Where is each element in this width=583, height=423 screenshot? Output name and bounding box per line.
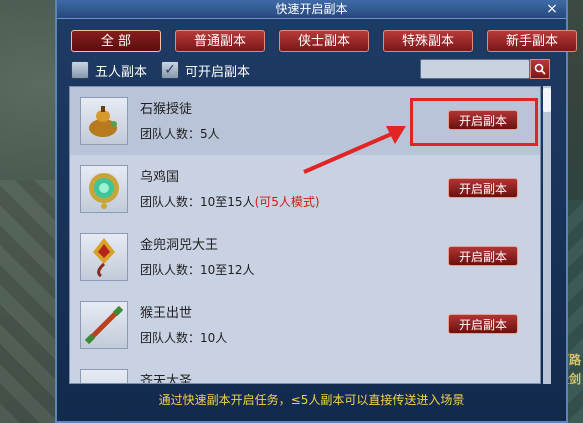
category-tabs: 全 部 普通副本 侠士副本 特殊副本 新手副本 <box>71 30 577 52</box>
tutorial-arrow-icon <box>303 126 406 174</box>
open-dungeon-button[interactable]: 开启副本 <box>448 246 518 266</box>
team-size: 团队人数：10至12人 <box>140 261 255 278</box>
search-button[interactable] <box>530 59 550 79</box>
team-size-label: 团队人数： <box>140 331 201 345</box>
dungeon-name: 金兜洞兕大王 <box>140 238 219 253</box>
tutorial-highlight-box <box>410 98 538 146</box>
filter-row: 五人副本 ✓ 可开启副本 <box>71 60 264 80</box>
item-icon <box>80 369 128 383</box>
dialog-title: 快速开启副本 <box>57 0 566 19</box>
footer-hint: 通过快速副本开启任务，≤5人副本可以直接传送进入场景 <box>158 393 465 407</box>
list-scrollbar[interactable] <box>543 86 551 384</box>
tab-normal[interactable]: 普通副本 <box>175 30 265 52</box>
can-open-label: 可开启副本 <box>185 64 251 80</box>
staff-icon <box>80 301 128 349</box>
quick-dungeon-dialog: 快速开启副本 × 全 部 普通副本 侠士副本 特殊副本 新手副本 五人副本 ✓ … <box>55 0 577 423</box>
search-icon <box>534 63 546 75</box>
tab-newbie[interactable]: 新手副本 <box>487 30 577 52</box>
team-size-label: 团队人数： <box>140 127 201 141</box>
search-input[interactable] <box>420 59 530 79</box>
team-size-value: 10人 <box>200 331 228 345</box>
open-dungeon-button[interactable]: 开启副本 <box>448 314 518 334</box>
open-dungeon-button[interactable]: 开启副本 <box>448 178 518 198</box>
five-person-label: 五人副本 <box>95 64 148 80</box>
dungeon-name: 齐天大圣 <box>140 374 193 384</box>
can-open-filter[interactable]: ✓ 可开启副本 <box>161 61 250 80</box>
gourd-icon <box>80 97 128 145</box>
team-size: 团队人数：10人 <box>140 329 227 346</box>
team-size-value: 10至15人 <box>200 195 255 209</box>
dungeon-name: 乌鸡国 <box>140 170 180 185</box>
tab-all[interactable]: 全 部 <box>71 30 161 52</box>
golden-ornament-icon <box>80 233 128 281</box>
dungeon-name: 猴王出世 <box>140 306 193 321</box>
dungeon-row[interactable]: 齐天大圣 <box>70 359 540 384</box>
five-person-checkbox[interactable] <box>71 61 89 79</box>
team-size-label: 团队人数： <box>140 195 201 209</box>
jade-amulet-icon <box>80 165 128 213</box>
dungeon-row[interactable]: 猴王出世 团队人数：10人 开启副本 <box>70 291 540 359</box>
tab-special[interactable]: 特殊副本 <box>383 30 473 52</box>
scrollbar-thumb[interactable] <box>543 88 551 112</box>
team-size-label: 团队人数： <box>140 263 201 277</box>
five-person-filter[interactable]: 五人副本 <box>71 61 147 80</box>
can-open-checkbox[interactable]: ✓ <box>161 61 180 79</box>
team-size-note: (可5人模式) <box>254 195 320 209</box>
team-size: 团队人数：10至15人(可5人模式) <box>140 193 320 210</box>
team-size-value: 10至12人 <box>200 263 255 277</box>
dungeon-row[interactable]: 金兜洞兕大王 团队人数：10至12人 开启副本 <box>70 223 540 291</box>
team-size: 团队人数：5人 <box>140 125 220 142</box>
tab-hero[interactable]: 侠士副本 <box>279 30 369 52</box>
dungeon-name: 石猴授徒 <box>140 102 193 117</box>
team-size-value: 5人 <box>200 127 220 141</box>
close-icon[interactable]: × <box>544 1 560 17</box>
floor-tiles-left <box>0 180 60 423</box>
